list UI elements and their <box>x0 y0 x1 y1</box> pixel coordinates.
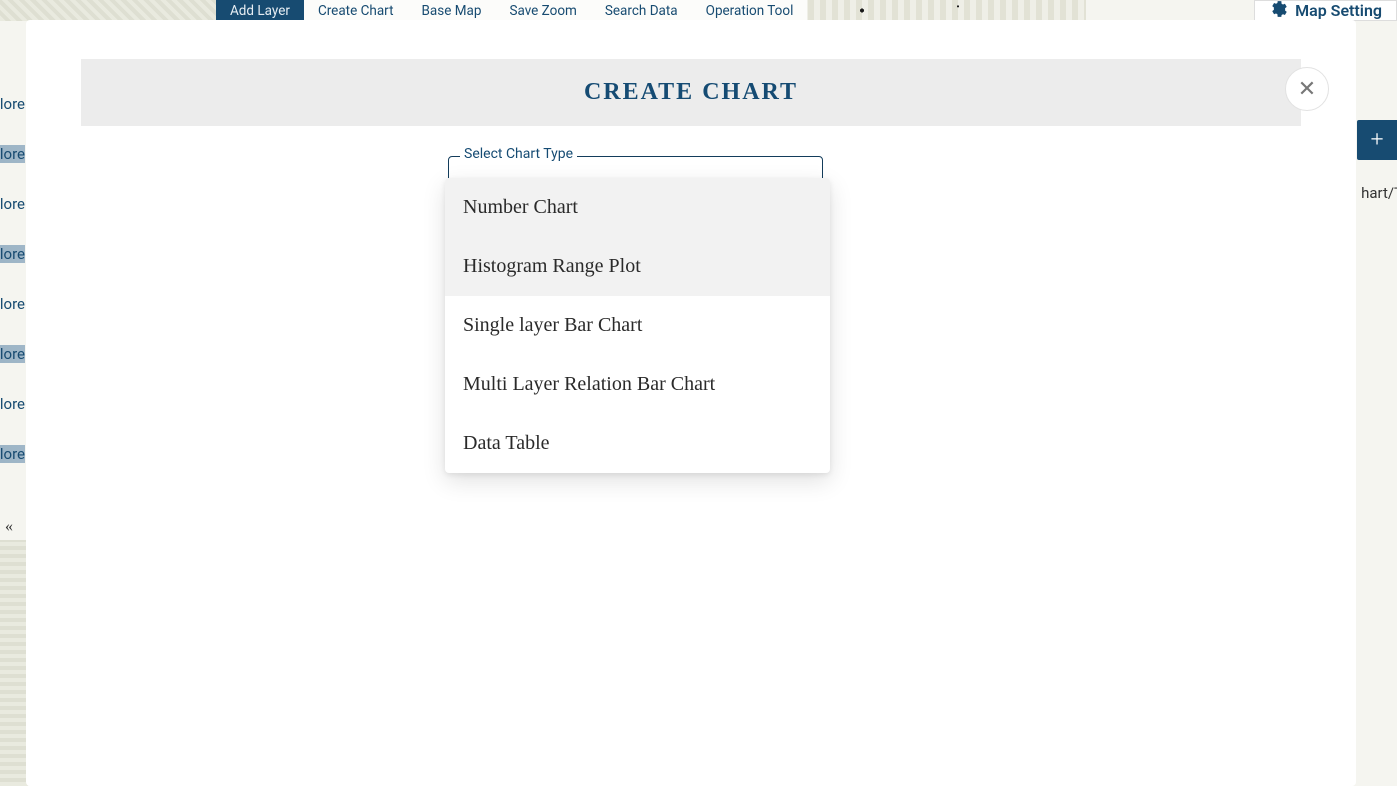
top-toolbar: Add LayerCreate ChartBase MapSave ZoomSe… <box>216 0 807 21</box>
sidebar-item-fragment[interactable]: lore <box>0 295 25 313</box>
sidebar-item-fragment[interactable]: lore <box>0 145 25 163</box>
plus-icon: + <box>1370 127 1384 154</box>
sidebar-item-fragment[interactable]: lore <box>0 445 25 463</box>
chart-type-option[interactable]: Number Chart <box>445 178 830 237</box>
chart-type-dropdown: Number ChartHistogram Range PlotSingle l… <box>445 178 830 473</box>
modal-body: Select Chart Type Number ChartHistogram … <box>26 126 1356 786</box>
add-chart-fab[interactable]: + <box>1357 120 1397 160</box>
map-setting-label: Map Setting <box>1295 1 1382 20</box>
gear-icon <box>1269 0 1287 22</box>
toolbar-save-zoom[interactable]: Save Zoom <box>495 0 590 21</box>
collapse-sidebar-icon[interactable]: « <box>5 518 21 534</box>
sidebar-item-fragment[interactable]: lore <box>0 345 25 363</box>
chart-type-option[interactable]: Data Table <box>445 414 830 473</box>
chart-type-option[interactable]: Multi Layer Relation Bar Chart <box>445 355 830 414</box>
close-icon: ✕ <box>1298 76 1316 102</box>
toolbar-operation-tool[interactable]: Operation Tool <box>692 0 808 21</box>
chart-type-option[interactable]: Histogram Range Plot <box>445 237 830 296</box>
modal-header: CREATE CHART ✕ <box>81 59 1301 126</box>
close-button[interactable]: ✕ <box>1285 67 1329 111</box>
chart-type-select[interactable]: Select Chart Type Number ChartHistogram … <box>448 156 823 180</box>
toolbar-create-chart[interactable]: Create Chart <box>304 0 408 21</box>
toolbar-base-map[interactable]: Base Map <box>408 0 496 21</box>
map-fragment <box>0 540 28 786</box>
map-fragment <box>0 0 216 21</box>
sidebar-item-fragment[interactable]: lore <box>0 395 25 413</box>
toolbar-search-data[interactable]: Search Data <box>591 0 692 21</box>
select-label: Select Chart Type <box>460 146 577 162</box>
modal-title: CREATE CHART <box>584 79 798 106</box>
map-setting-button[interactable]: Map Setting <box>1254 0 1397 21</box>
sidebar-item-fragment[interactable]: lore <box>0 195 25 213</box>
chart-type-option[interactable]: Single layer Bar Chart <box>445 296 830 355</box>
hidden-panel-label-fragment: hart/T <box>1361 184 1397 202</box>
toolbar-add-layer[interactable]: Add Layer <box>216 0 304 21</box>
map-fragment <box>766 0 1086 21</box>
sidebar-partial: lore lore lore lore lore lore lore lore <box>0 95 25 463</box>
sidebar-item-fragment[interactable]: lore <box>0 245 25 263</box>
sidebar-item-fragment[interactable]: lore <box>0 95 25 113</box>
create-chart-modal: CREATE CHART ✕ Select Chart Type Number … <box>26 20 1356 786</box>
